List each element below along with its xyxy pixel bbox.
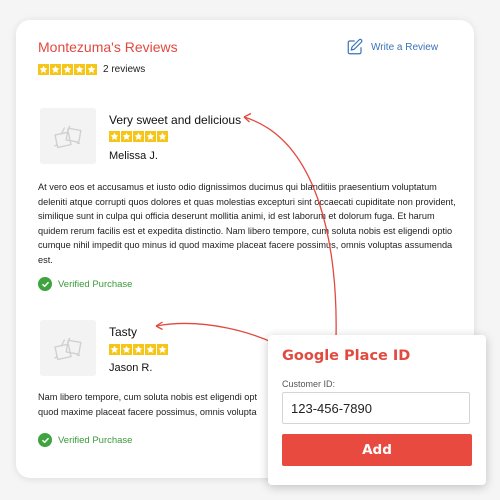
write-review-link[interactable]: Write a Review <box>346 38 438 56</box>
star-icon <box>109 131 120 142</box>
add-button[interactable]: Add <box>282 434 472 466</box>
gift-placeholder-icon <box>54 337 82 361</box>
reviews-title: Montezuma's Reviews <box>38 39 178 55</box>
review-count: 2 reviews <box>103 64 146 75</box>
star-icon <box>109 344 120 355</box>
star-icon <box>86 64 97 75</box>
google-place-popup: Google Place ID Customer ID: Add <box>268 335 486 485</box>
star-icon <box>157 344 168 355</box>
star-icon <box>62 64 73 75</box>
star-icon <box>50 64 61 75</box>
star-icon <box>145 131 156 142</box>
star-icon <box>133 131 144 142</box>
review-thumbnail <box>40 108 96 164</box>
check-circle-icon <box>38 277 52 291</box>
gift-placeholder-icon <box>54 125 82 149</box>
pencil-square-icon <box>347 38 363 55</box>
review-stars <box>109 344 168 355</box>
write-review-label: Write a Review <box>371 41 439 53</box>
review-author: Jason R. <box>109 362 153 374</box>
review-body: At vero eos et accusamus et iusto odio d… <box>38 182 456 265</box>
star-icon <box>121 131 132 142</box>
summary-stars <box>38 64 97 75</box>
star-icon <box>74 64 85 75</box>
review-title: Tasty <box>109 325 138 339</box>
verified-purchase: Verified Purchase <box>38 277 132 291</box>
verified-purchase: Verified Purchase <box>38 433 132 447</box>
rating-summary: 2 reviews <box>38 64 145 75</box>
check-circle-icon <box>38 433 52 447</box>
verified-label: Verified Purchase <box>58 278 133 290</box>
review-thumbnail <box>40 320 96 376</box>
star-icon <box>157 131 168 142</box>
review-title: Very sweet and delicious <box>109 113 242 127</box>
customer-id-input[interactable] <box>282 392 470 424</box>
review-stars <box>109 131 168 142</box>
popup-title: Google Place ID <box>282 348 411 364</box>
review-author: Melissa J. <box>109 150 158 162</box>
customer-id-label: Customer ID: <box>282 379 336 389</box>
review-body: Nam libero tempore, cum soluta nobis est… <box>38 392 258 417</box>
star-icon <box>121 344 132 355</box>
star-icon <box>38 64 49 75</box>
verified-label: Verified Purchase <box>58 434 133 446</box>
star-icon <box>145 344 156 355</box>
star-icon <box>133 344 144 355</box>
